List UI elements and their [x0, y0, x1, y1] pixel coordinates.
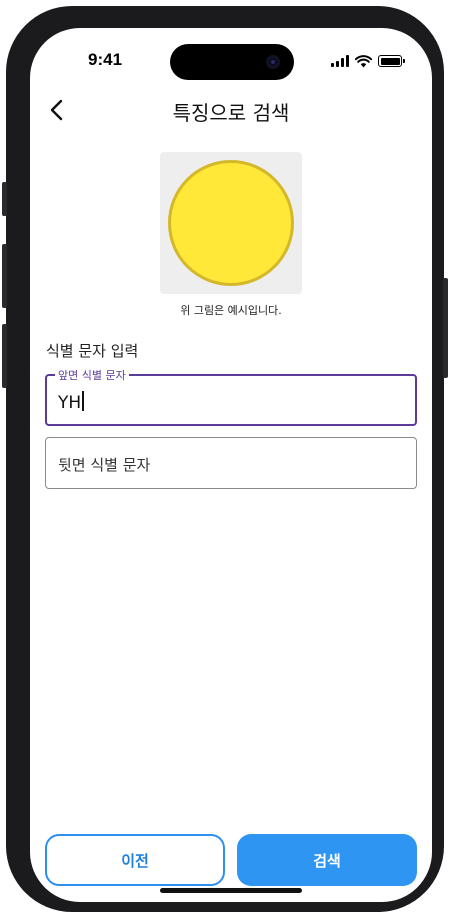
phone-frame: 9:41 특징으로 검색 위 그림은 예시입니다. 식별 문자 입력 앞면 식별… [2, 6, 448, 912]
home-indicator [160, 888, 302, 893]
page-title: 특징으로 검색 [172, 101, 290, 125]
text-cursor [82, 391, 84, 411]
action-button [2, 182, 7, 216]
front-camera-icon [266, 55, 280, 69]
previous-button[interactable]: 이전 [45, 834, 225, 886]
status-bar: 9:41 [30, 28, 432, 84]
front-imprint-input[interactable]: 앞면 식별 문자 YH [45, 367, 417, 426]
power-button [443, 278, 448, 378]
example-caption: 위 그림은 예시입니다. [180, 304, 282, 317]
cellular-signal-icon [331, 55, 349, 67]
status-icons [331, 54, 405, 68]
screen: 9:41 특징으로 검색 위 그림은 예시입니다. 식별 문자 입력 앞면 식별… [30, 28, 432, 902]
pill-illustration [168, 160, 294, 286]
volume-down-button [2, 324, 7, 388]
back-imprint-input[interactable]: 뒷면 식별 문자 [45, 437, 417, 489]
app-header: 특징으로 검색 [30, 88, 432, 132]
wifi-icon [355, 54, 372, 67]
example-image [160, 152, 302, 294]
back-imprint-placeholder: 뒷면 식별 문자 [58, 456, 151, 474]
search-button[interactable]: 검색 [237, 834, 417, 886]
section-label: 식별 문자 입력 [46, 342, 139, 360]
volume-up-button [2, 244, 7, 308]
front-imprint-label: 앞면 식별 문자 [55, 367, 129, 383]
dynamic-island [170, 44, 294, 80]
front-imprint-value: YH [58, 391, 84, 413]
status-time: 9:41 [88, 50, 123, 69]
battery-icon [378, 55, 405, 67]
